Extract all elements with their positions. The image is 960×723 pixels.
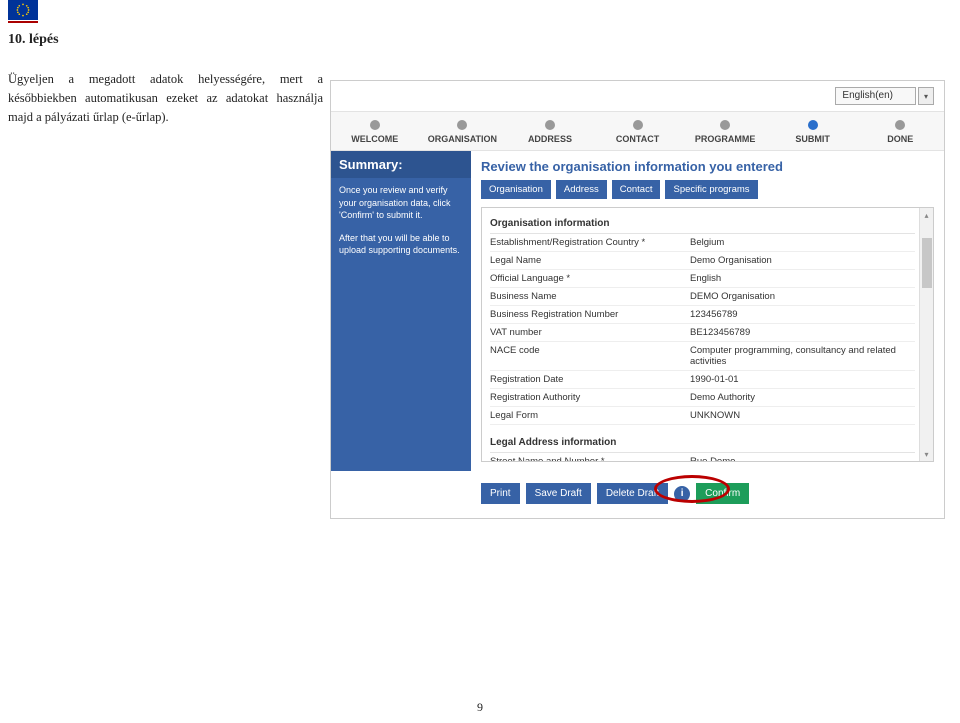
language-bar: English(en) ▾	[331, 81, 944, 111]
print-button[interactable]: Print	[481, 483, 520, 504]
field-value: Demo Authority	[690, 392, 915, 403]
summary-sidebar: Summary: Once you review and verify your…	[331, 151, 471, 471]
save-draft-button[interactable]: Save Draft	[526, 483, 591, 504]
step-contact[interactable]: CONTACT	[594, 112, 682, 150]
language-apply-button[interactable]: ▾	[918, 87, 934, 105]
step-submit[interactable]: SUBMIT	[769, 112, 857, 150]
scroll-down-icon[interactable]: ▾	[920, 447, 933, 461]
step-label: ORGANISATION	[428, 134, 497, 144]
field-value: Demo Organisation	[690, 255, 915, 266]
step-organisation[interactable]: ORGANISATION	[419, 112, 507, 150]
page-number: 9	[0, 700, 960, 715]
section-org-info: Organisation information	[490, 214, 915, 234]
step-label: CONTACT	[616, 134, 659, 144]
eu-flag	[8, 0, 38, 20]
field-value: English	[690, 273, 915, 284]
content-panel: Review the organisation information you …	[471, 151, 944, 471]
field-label: VAT number	[490, 327, 690, 338]
step-welcome[interactable]: WELCOME	[331, 112, 419, 150]
language-select[interactable]: English(en)	[835, 87, 916, 105]
step-dot	[545, 120, 555, 130]
field-label: Business Name	[490, 291, 690, 302]
step-dot	[633, 120, 643, 130]
info-row: Legal FormUNKNOWN	[490, 407, 915, 425]
chip-specific-programs[interactable]: Specific programs	[665, 180, 757, 199]
highlight-oval	[654, 475, 730, 503]
step-heading: 10. lépés	[8, 32, 59, 48]
step-done[interactable]: DONE	[856, 112, 944, 150]
info-row: Registration Date1990-01-01	[490, 371, 915, 389]
scrollbar[interactable]: ▴ ▾	[919, 208, 933, 461]
info-row: Street Name and Number *Rue Demo	[490, 453, 915, 462]
step-dot	[720, 120, 730, 130]
field-value: 123456789	[690, 309, 915, 320]
chip-contact[interactable]: Contact	[612, 180, 661, 199]
scroll-thumb[interactable]	[922, 238, 932, 288]
content-title: Review the organisation information you …	[481, 159, 934, 174]
step-label: SUBMIT	[795, 134, 830, 144]
info-row: Official Language *English	[490, 270, 915, 288]
sidebar-text-1: Once you review and verify your organisa…	[339, 184, 463, 222]
step-label: ADDRESS	[528, 134, 572, 144]
field-value: UNKNOWN	[690, 410, 915, 421]
info-row: Registration AuthorityDemo Authority	[490, 389, 915, 407]
instruction-text: Ügyeljen a megadott adatok helyességére,…	[8, 70, 323, 126]
section-legal-address: Legal Address information	[490, 433, 915, 453]
step-address[interactable]: ADDRESS	[506, 112, 594, 150]
field-label: Registration Date	[490, 374, 690, 385]
field-label: Legal Form	[490, 410, 690, 421]
field-label: Registration Authority	[490, 392, 690, 403]
sidebar-text-2: After that you will be able to upload su…	[339, 232, 463, 257]
info-row: Establishment/Registration Country *Belg…	[490, 234, 915, 252]
scroll-up-icon[interactable]: ▴	[920, 208, 933, 222]
step-dot	[895, 120, 905, 130]
wizard-steps: WELCOME ORGANISATION ADDRESS CONTACT PRO…	[331, 111, 944, 151]
field-value: Computer programming, consultancy and re…	[690, 345, 915, 367]
field-value: 1990-01-01	[690, 374, 915, 385]
info-row: Legal NameDemo Organisation	[490, 252, 915, 270]
step-label: DONE	[887, 134, 913, 144]
info-row: VAT numberBE123456789	[490, 324, 915, 342]
chip-address[interactable]: Address	[556, 180, 607, 199]
flag-underline	[8, 21, 38, 23]
section-chips: Organisation Address Contact Specific pr…	[481, 180, 934, 199]
footer-buttons: Print Save Draft Delete Draft i Confirm	[331, 471, 944, 518]
app-screenshot: English(en) ▾ WELCOME ORGANISATION ADDRE…	[330, 80, 945, 519]
field-value: DEMO Organisation	[690, 291, 915, 302]
step-programme[interactable]: PROGRAMME	[681, 112, 769, 150]
field-value: Rue Demo	[690, 456, 915, 462]
field-value: Belgium	[690, 237, 915, 248]
field-label: Street Name and Number *	[490, 456, 690, 462]
field-label: Official Language *	[490, 273, 690, 284]
review-scrollbox: ▴ ▾ Organisation information Establishme…	[481, 207, 934, 462]
step-label: PROGRAMME	[695, 134, 756, 144]
info-row: NACE codeComputer programming, consultan…	[490, 342, 915, 371]
info-row: Business Registration Number123456789	[490, 306, 915, 324]
step-label: WELCOME	[351, 134, 398, 144]
field-value: BE123456789	[690, 327, 915, 338]
field-label: Establishment/Registration Country *	[490, 237, 690, 248]
sidebar-title: Summary:	[331, 151, 471, 178]
field-label: Legal Name	[490, 255, 690, 266]
field-label: Business Registration Number	[490, 309, 690, 320]
field-label: NACE code	[490, 345, 690, 367]
step-dot	[457, 120, 467, 130]
info-row: Business NameDEMO Organisation	[490, 288, 915, 306]
chip-organisation[interactable]: Organisation	[481, 180, 551, 199]
step-dot	[808, 120, 818, 130]
step-dot	[370, 120, 380, 130]
